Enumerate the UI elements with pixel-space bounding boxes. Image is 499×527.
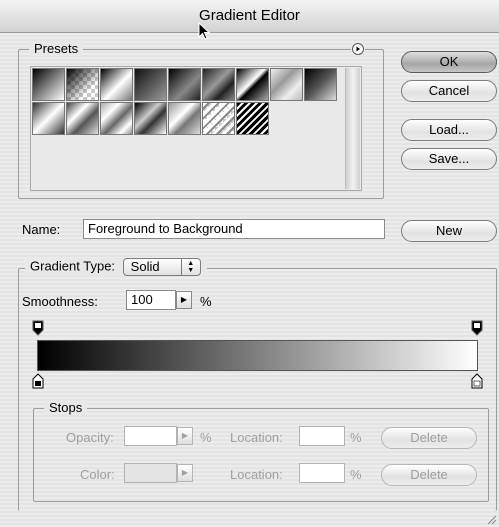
window-title: Gradient Editor bbox=[199, 7, 300, 24]
opacity-stop-left[interactable] bbox=[32, 320, 44, 336]
smoothness-unit: % bbox=[200, 294, 212, 309]
opacity-unit: % bbox=[200, 430, 212, 445]
name-input[interactable]: Foreground to Background bbox=[83, 219, 385, 239]
color-stop-left[interactable] bbox=[32, 373, 44, 389]
preset-swatch[interactable] bbox=[100, 102, 133, 135]
gradient-bar[interactable] bbox=[37, 340, 478, 371]
color-stepper[interactable]: ▶ bbox=[177, 464, 193, 482]
preset-swatch[interactable] bbox=[32, 68, 65, 101]
new-button[interactable]: New bbox=[401, 220, 497, 242]
color-swatch[interactable] bbox=[124, 463, 177, 483]
opacity-location-unit: % bbox=[350, 430, 362, 445]
color-stop-right[interactable] bbox=[471, 373, 483, 389]
preset-swatch[interactable] bbox=[32, 102, 65, 135]
gradient-type-legend: Gradient Type: Solid ▲ ▼ bbox=[25, 258, 207, 276]
preset-swatch[interactable] bbox=[134, 102, 167, 135]
preset-swatch[interactable] bbox=[134, 68, 167, 101]
color-location-input[interactable] bbox=[299, 463, 345, 483]
gradient-type-value: Solid bbox=[130, 259, 160, 274]
opacity-input[interactable] bbox=[124, 426, 177, 446]
presets-legend: Presets bbox=[29, 41, 84, 56]
preset-swatch[interactable] bbox=[236, 68, 269, 101]
name-label: Name: bbox=[22, 222, 61, 237]
preset-swatch[interactable] bbox=[270, 68, 303, 101]
mouse-pointer-icon bbox=[198, 22, 211, 40]
gradient-type-select[interactable]: Solid ▲ ▼ bbox=[122, 258, 201, 276]
preset-swatch[interactable] bbox=[66, 68, 99, 101]
ok-button[interactable]: OK bbox=[401, 51, 497, 73]
preset-swatch[interactable] bbox=[202, 68, 235, 101]
preset-swatch[interactable] bbox=[202, 102, 235, 135]
delete-color-stop-button[interactable]: Delete bbox=[381, 464, 477, 486]
resize-grip-icon[interactable] bbox=[485, 513, 497, 525]
preset-swatch[interactable] bbox=[236, 102, 269, 135]
stops-group: Stops bbox=[33, 400, 489, 502]
load-button[interactable]: Load... bbox=[401, 119, 497, 141]
smoothness-stepper[interactable]: ▶ bbox=[176, 291, 192, 309]
opacity-location-input[interactable] bbox=[299, 426, 345, 446]
title-bar[interactable]: Gradient Editor bbox=[0, 0, 499, 33]
opacity-stop-right[interactable] bbox=[471, 320, 483, 336]
save-button[interactable]: Save... bbox=[401, 148, 497, 170]
preset-swatch[interactable] bbox=[168, 68, 201, 101]
opacity-location-label: Location: bbox=[230, 430, 283, 445]
select-arrows-icon: ▲ ▼ bbox=[180, 259, 200, 276]
opacity-label: Opacity: bbox=[66, 430, 114, 445]
color-label: Color: bbox=[80, 467, 115, 482]
preset-swatch[interactable] bbox=[168, 102, 201, 135]
presets-menu-icon[interactable] bbox=[351, 42, 365, 56]
presets-scrollbar[interactable] bbox=[345, 68, 360, 189]
smoothness-input[interactable]: 100 bbox=[126, 290, 176, 310]
presets-swatch-area bbox=[30, 66, 362, 191]
color-location-label: Location: bbox=[230, 467, 283, 482]
presets-group: Presets bbox=[18, 41, 384, 199]
swatch-grid bbox=[32, 68, 344, 188]
color-location-unit: % bbox=[350, 467, 362, 482]
stops-legend: Stops bbox=[44, 400, 88, 415]
cancel-button[interactable]: Cancel bbox=[401, 80, 497, 102]
opacity-stepper[interactable]: ▶ bbox=[177, 427, 193, 445]
preset-swatch[interactable] bbox=[66, 102, 99, 135]
preset-swatch[interactable] bbox=[100, 68, 133, 101]
gradient-type-label: Gradient Type: bbox=[30, 258, 116, 274]
delete-opacity-stop-button[interactable]: Delete bbox=[381, 427, 477, 449]
smoothness-label: Smoothness: bbox=[22, 294, 98, 309]
preset-swatch[interactable] bbox=[304, 68, 337, 101]
